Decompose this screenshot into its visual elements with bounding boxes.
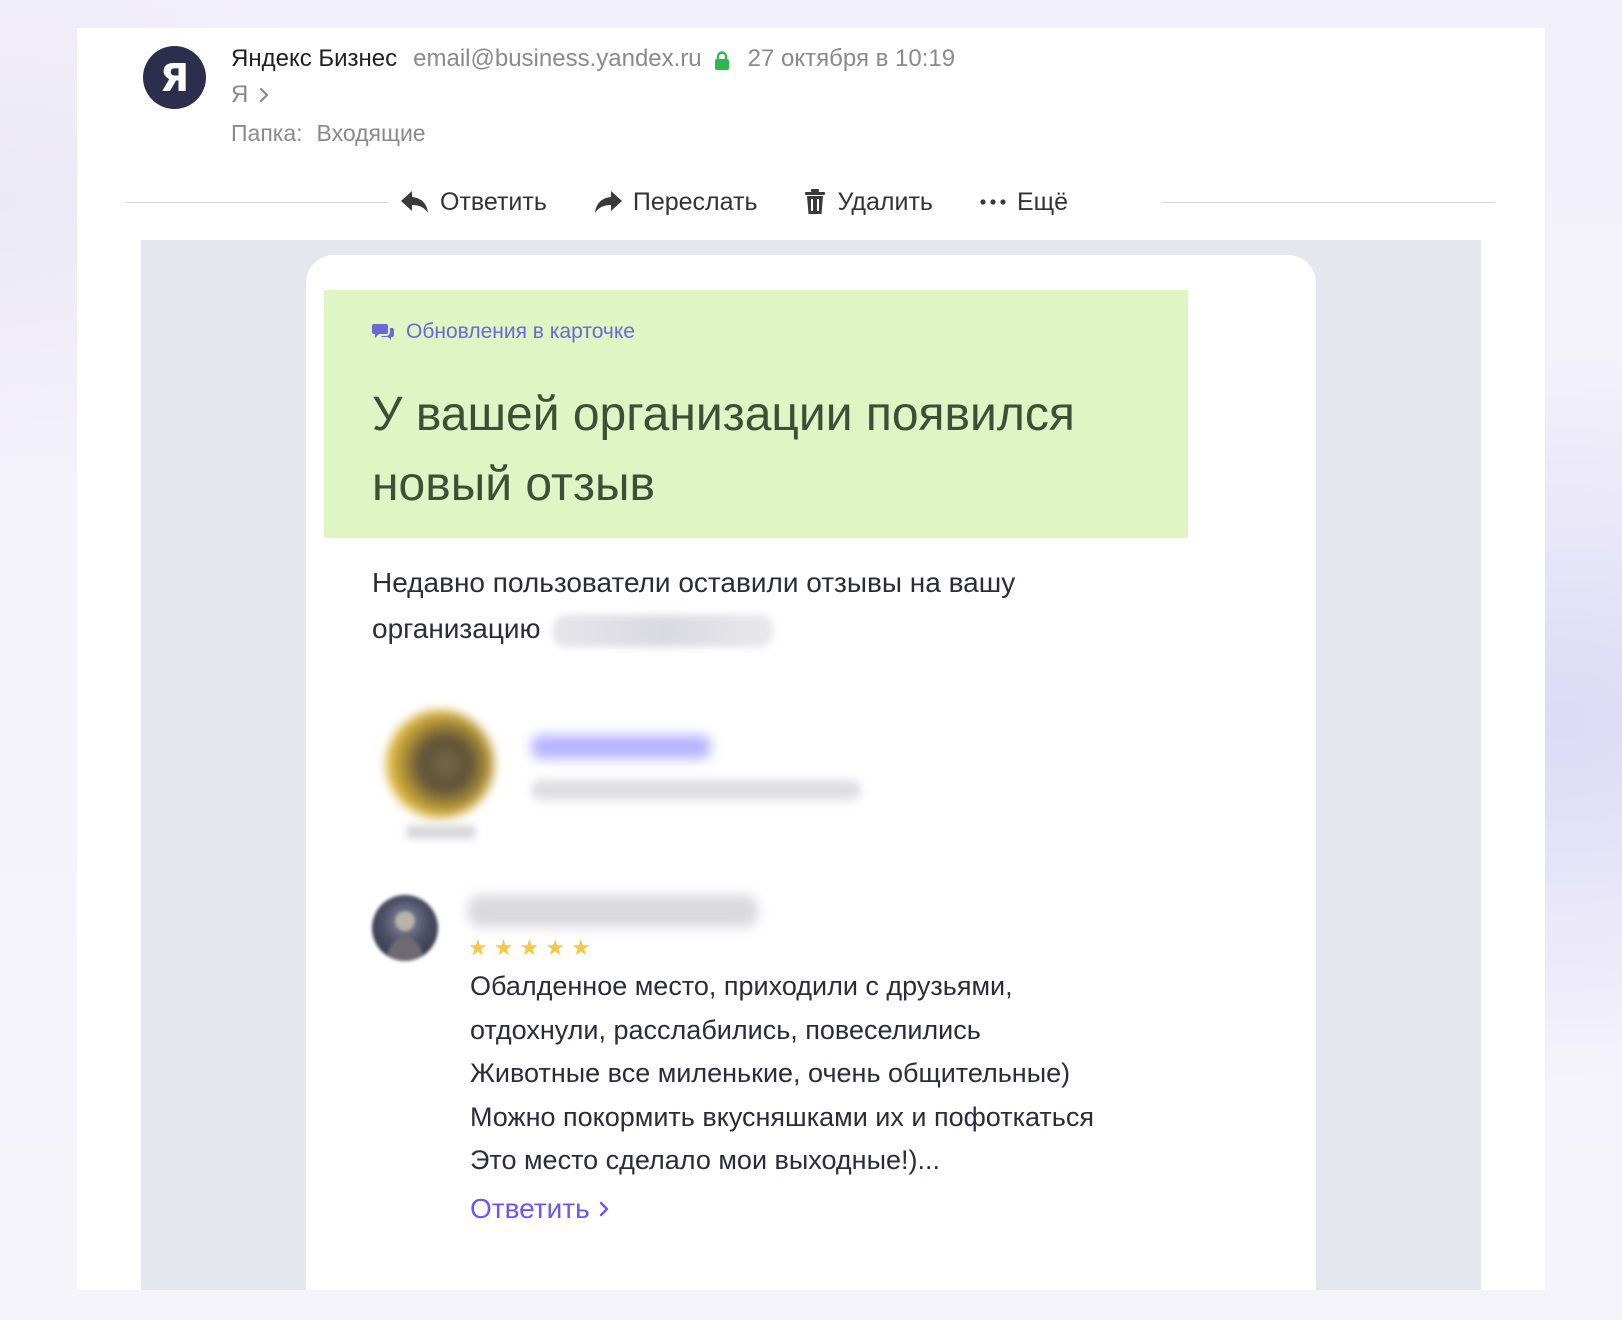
forward-label: Переслать: [632, 187, 758, 216]
email-card: Обновления в карточке У вашей организаци…: [306, 255, 1316, 1290]
mail-message-view: Я Яндекс Бизнес email@business.yandex.ru…: [77, 28, 1545, 1290]
reviewer-avatar: [372, 895, 438, 961]
reply-label: Ответить: [440, 187, 547, 216]
folder-label: Папка:: [231, 120, 303, 146]
redacted-org-address: [531, 780, 861, 800]
folder-line: Папка: Входящие: [231, 118, 426, 148]
message-toolbar: Ответить Переслать Удалить Ещё: [400, 182, 1114, 222]
trash-icon: [805, 189, 826, 214]
lock-icon: [714, 49, 730, 70]
chevron-right-icon: [599, 1201, 608, 1217]
forward-icon: [594, 191, 622, 213]
review-line: отдохнули, расслабились, повеселились: [470, 1014, 981, 1045]
review-text: Обалденное место, приходили с друзьями, …: [470, 965, 1250, 1183]
star-icon: ★: [570, 935, 591, 960]
review-line: Животные все миленькие, очень общительны…: [470, 1058, 1071, 1088]
review-line: Обалденное место, приходили с друзьями,: [470, 971, 1013, 1001]
review-line: Это место сделало мои выходные!)...: [470, 1145, 940, 1175]
chat-bubbles-icon: [372, 324, 394, 340]
recipient-name: Я: [231, 81, 249, 108]
redacted-org-caption: [406, 825, 476, 839]
star-icon: ★: [493, 935, 514, 960]
update-tag-label: Обновления в карточке: [406, 320, 635, 343]
redacted-org-link[interactable]: [531, 735, 711, 759]
review-line: Можно покормить вкусняшками их и пофотка…: [470, 1101, 1094, 1132]
review-reply-link[interactable]: Ответить: [470, 1193, 610, 1225]
star-icon: ★: [545, 935, 565, 960]
message-body-frame: Обновления в карточке У вашей организаци…: [141, 240, 1481, 1290]
recipient-line[interactable]: Я: [231, 80, 270, 110]
reply-button[interactable]: Ответить: [400, 188, 547, 217]
chevron-right-icon: [260, 87, 269, 103]
update-tag: Обновления в карточке: [372, 320, 635, 344]
sender-avatar[interactable]: Я: [143, 46, 206, 109]
hero-banner: Обновления в карточке У вашей организаци…: [324, 290, 1188, 538]
redacted-org-name: [552, 614, 773, 647]
folder-value[interactable]: Входящие: [317, 120, 426, 146]
mail-date: 27 октября в 10:19: [747, 45, 956, 72]
toolbar-divider-right: [1162, 202, 1495, 203]
more-button[interactable]: Ещё: [979, 188, 1068, 217]
sender-email[interactable]: email@business.yandex.ru: [413, 44, 702, 74]
delete-label: Удалить: [837, 187, 933, 216]
toolbar-divider-left: [126, 202, 388, 203]
redacted-reviewer-name: [468, 895, 758, 927]
sender-name[interactable]: Яндекс Бизнес: [231, 44, 397, 74]
org-photo[interactable]: [386, 710, 494, 818]
more-dots-icon: [980, 199, 1006, 205]
delete-button[interactable]: Удалить: [803, 187, 933, 217]
reply-icon: [401, 191, 428, 213]
forward-button[interactable]: Переслать: [593, 187, 758, 217]
hero-title: У вашей организации появился новый отзыв: [372, 388, 1075, 511]
review-reply-label: Ответить: [470, 1193, 590, 1224]
sender-avatar-letter: Я: [159, 55, 190, 100]
rating-stars: ★ ★ ★ ★ ★: [468, 935, 591, 961]
star-icon: ★: [468, 935, 488, 960]
more-label: Ещё: [1016, 187, 1069, 216]
intro-text: Недавно пользователи оставили отзывы на …: [372, 560, 1172, 652]
sender-line: Яндекс Бизнес email@business.yandex.ru 2…: [231, 44, 955, 74]
star-icon: ★: [519, 935, 540, 960]
